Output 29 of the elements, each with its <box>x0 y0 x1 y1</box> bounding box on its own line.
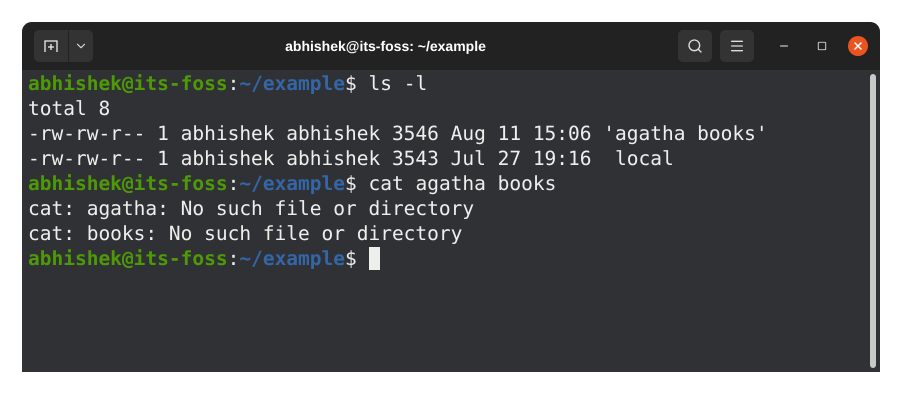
window-title: abhishek@its-foss: ~/example <box>285 36 486 56</box>
search-button[interactable] <box>678 30 712 62</box>
menu-button[interactable] <box>720 30 754 62</box>
output-line: cat: agatha: No such file or directory <box>28 196 474 221</box>
prompt-symbol: $ <box>345 246 357 271</box>
output-line: -rw-rw-r-- 1 abhishek abhishek 3543 Jul 27 19:16 local <box>28 146 674 171</box>
prompt-user: abhishek@its-foss <box>28 71 228 96</box>
prompt-symbol: $ <box>345 71 357 96</box>
maximize-icon <box>817 41 827 51</box>
command-text: cat agatha books <box>368 171 556 196</box>
prompt-separator: : <box>228 171 240 196</box>
prompt-user: abhishek@its-foss <box>28 246 228 271</box>
close-button[interactable] <box>848 36 868 56</box>
search-icon <box>687 38 703 54</box>
prompt-path: ~/example <box>239 171 346 196</box>
prompt-separator: : <box>228 71 240 96</box>
output-line: -rw-rw-r-- 1 abhishek abhishek 3546 Aug 11 15:06 'agatha books' <box>28 121 768 146</box>
prompt-user: abhishek@its-foss <box>28 171 228 196</box>
command-text: ls -l <box>368 71 428 96</box>
close-icon <box>852 40 864 52</box>
output-line: cat: books: No such file or directory <box>28 221 462 246</box>
prompt-symbol: $ <box>345 171 357 196</box>
prompt-path: ~/example <box>239 71 346 96</box>
prompt-separator: : <box>228 246 240 271</box>
prompt-path: ~/example <box>239 246 346 271</box>
new-tab-icon <box>43 39 59 53</box>
menu-icon <box>729 38 745 54</box>
output-line: total 8 <box>28 96 110 121</box>
scrollbar-thumb[interactable] <box>870 74 876 368</box>
